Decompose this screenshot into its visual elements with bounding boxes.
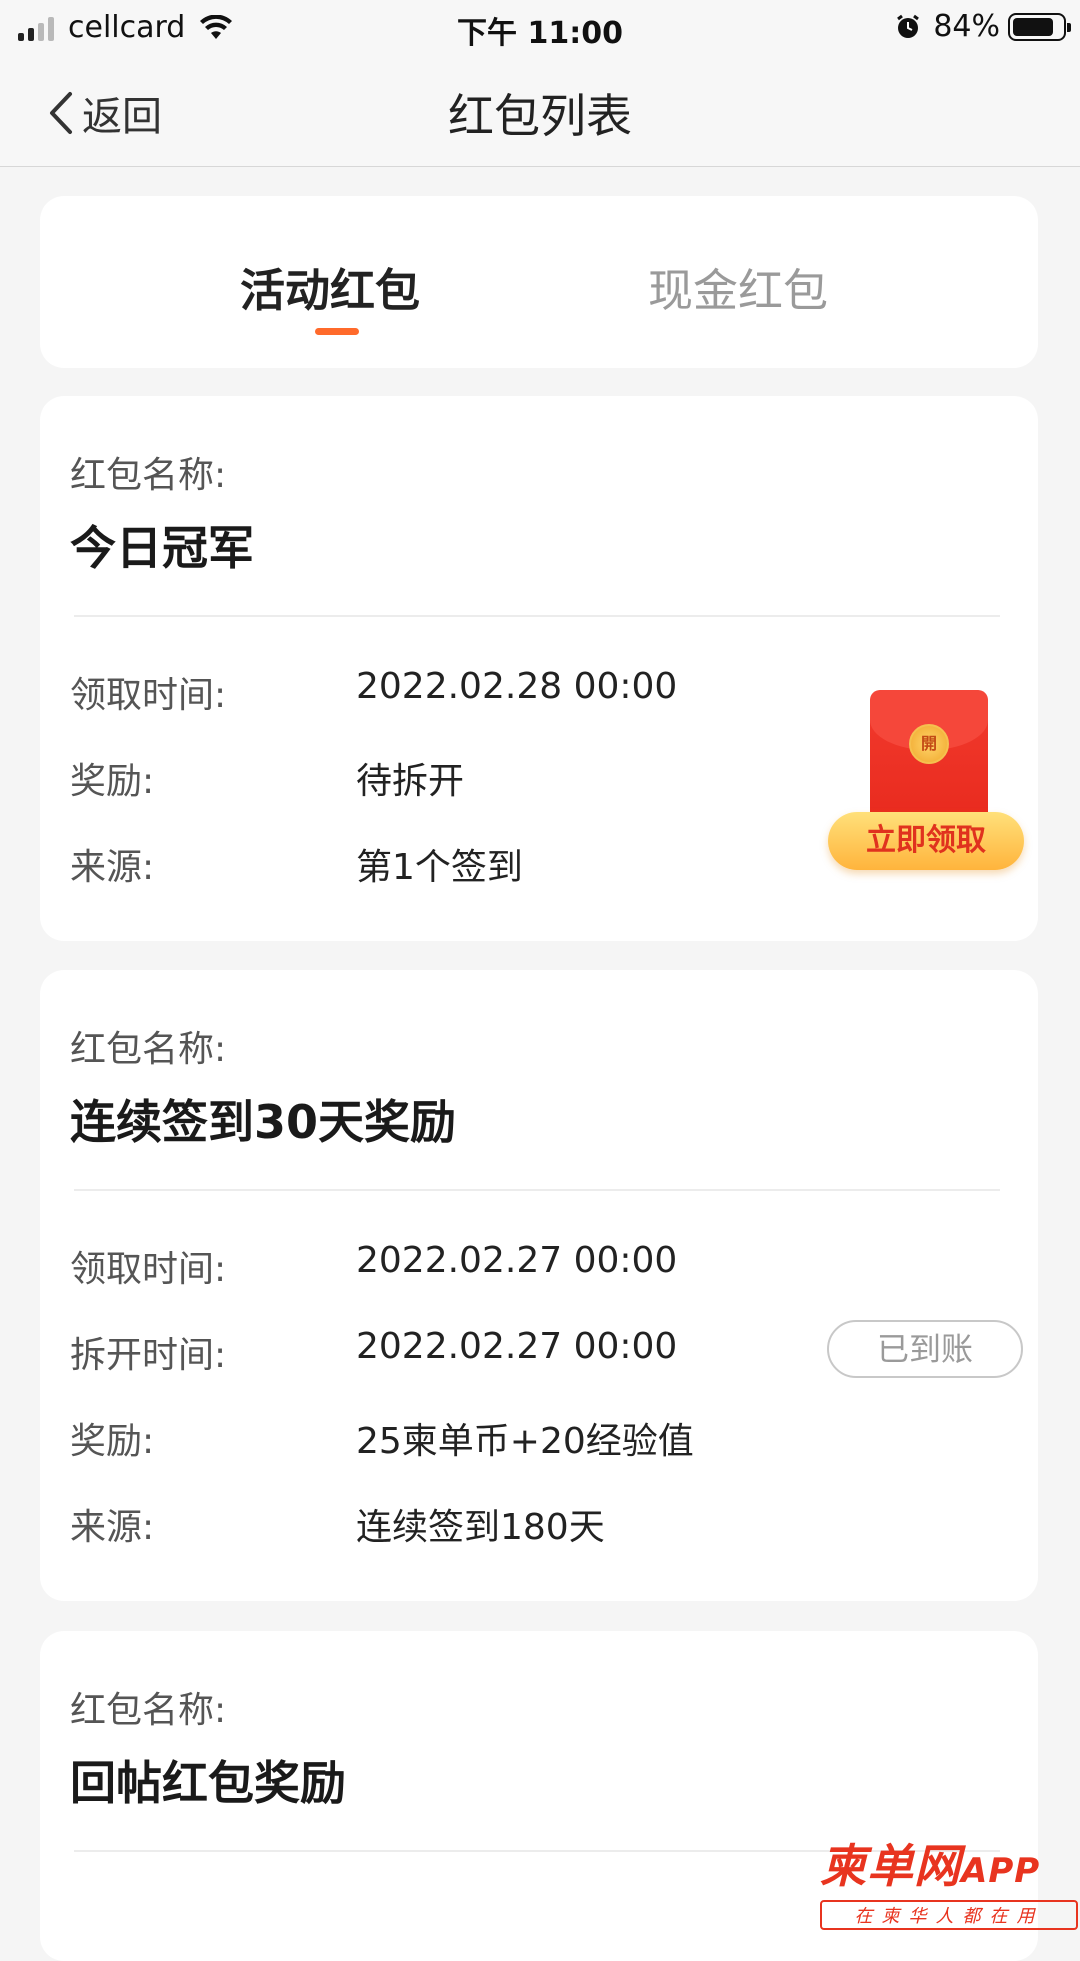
row-value: 25柬单币+20经验值: [356, 1421, 694, 1462]
row-label: 领取时间:: [70, 675, 227, 716]
tab-activity-redpacket[interactable]: 活动红包: [240, 254, 420, 319]
row-value: 2022.02.27 00:00: [356, 1240, 678, 1281]
watermark-brand-text: 柬单网: [820, 1839, 961, 1893]
tab-active-indicator: [315, 328, 359, 335]
red-envelope[interactable]: 開 立即领取: [828, 690, 1028, 870]
row-label: 领取时间:: [70, 1249, 227, 1290]
watermark-suffix: APP: [961, 1851, 1041, 1891]
row-label: 来源:: [70, 847, 155, 888]
battery-percent: 84%: [933, 9, 1000, 44]
row-label: 奖励:: [70, 1421, 155, 1462]
row-value: 第1个签到: [356, 847, 523, 888]
red-envelope-icon: 開: [870, 690, 988, 830]
alarm-icon: [897, 14, 920, 38]
watermark-brand: 柬单网APP: [820, 1830, 1078, 1896]
tabs-card: 活动红包 现金红包: [40, 196, 1038, 368]
row-label: 奖励:: [70, 761, 155, 802]
row-value: 连续签到180天: [356, 1507, 605, 1548]
divider: [74, 1189, 1000, 1191]
redpacket-name: 今日冠军: [70, 521, 254, 575]
status-bar: cellcard 下午 11:00 84%: [0, 0, 1080, 54]
redpacket-name: 连续签到30天奖励: [70, 1095, 457, 1149]
divider: [74, 615, 1000, 617]
battery-icon: [1008, 12, 1071, 41]
status-right: 84%: [895, 9, 1071, 44]
nav-bar: 返回 红包列表: [0, 54, 1080, 167]
redpacket-name: 回帖红包奖励: [70, 1756, 346, 1810]
row-value: 2022.02.27 00:00: [356, 1326, 678, 1367]
redpacket-card: 红包名称: 连续签到30天奖励 领取时间: 2022.02.27 00:00 拆…: [40, 970, 1038, 1601]
page-title: 红包列表: [448, 89, 632, 143]
row-value: 待拆开: [356, 761, 465, 802]
redpacket-name-label: 红包名称:: [70, 1690, 227, 1731]
claim-now-button[interactable]: 立即领取: [828, 812, 1024, 870]
watermark-logo: 柬单网APP 在柬华人都在用: [820, 1830, 1078, 1930]
row-label: 拆开时间:: [70, 1335, 227, 1376]
redpacket-name-label: 红包名称:: [70, 455, 227, 496]
watermark-slogan: 在柬华人都在用: [820, 1900, 1078, 1930]
envelope-seal: 開: [909, 724, 949, 764]
row-label: 来源:: [70, 1507, 155, 1548]
tab-cash-redpacket[interactable]: 现金红包: [648, 254, 828, 319]
row-value: 2022.02.28 00:00: [356, 666, 678, 707]
redpacket-name-label: 红包名称:: [70, 1029, 227, 1070]
received-status-badge: 已到账: [827, 1320, 1023, 1378]
